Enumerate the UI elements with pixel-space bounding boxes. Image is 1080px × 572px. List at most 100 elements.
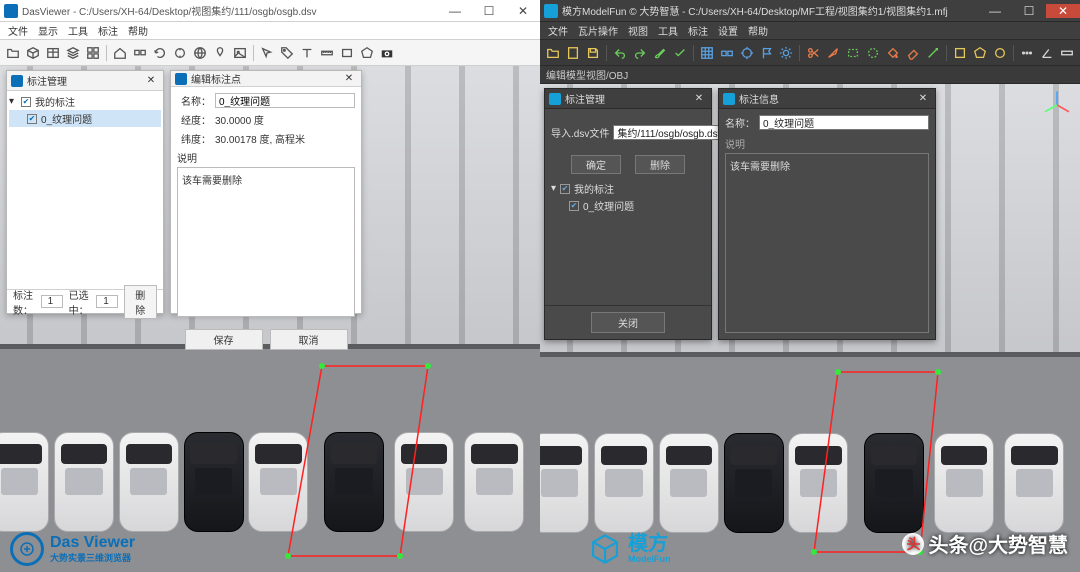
annotation-manager-panel[interactable]: 标注管理 ✕ ▾✔我的标注 ✔0_纹理问题 标注数： 1 已选中： 1 删除	[6, 70, 164, 314]
brush-icon[interactable]	[651, 44, 669, 62]
maximize-button[interactable]: ☐	[472, 4, 506, 18]
eraser-icon[interactable]	[904, 44, 922, 62]
fill-icon[interactable]	[884, 44, 902, 62]
panel-header[interactable]: 标注管理 ✕	[7, 71, 163, 91]
close-button[interactable]: ✕	[1046, 4, 1080, 18]
rect-select-icon[interactable]	[844, 44, 862, 62]
close-icon[interactable]: ✕	[143, 75, 159, 86]
name-input[interactable]	[215, 93, 355, 108]
panel-icon	[11, 75, 23, 87]
rotate-icon[interactable]	[171, 44, 189, 62]
name-input[interactable]	[759, 115, 929, 130]
globe-icon[interactable]	[191, 44, 209, 62]
open-icon[interactable]	[544, 44, 562, 62]
flag-icon[interactable]	[758, 44, 776, 62]
titlebar[interactable]: DasViewer - C:/Users/XH-64/Desktop/视图集约/…	[0, 0, 540, 22]
delete-button[interactable]: 删除	[635, 155, 685, 174]
save-button[interactable]: 保存	[185, 329, 263, 350]
target-icon[interactable]	[738, 44, 756, 62]
cubes-icon[interactable]	[131, 44, 149, 62]
annotation-manager-panel[interactable]: 标注管理 ✕ 导入.dsv文件 浏览 确定 删除 ▾✔我的标注 ✔0_纹理问题 …	[544, 88, 712, 340]
tab-edit-obj[interactable]: 编辑模型视图/OBJ	[546, 67, 628, 82]
app-icon	[544, 4, 558, 18]
text-icon[interactable]	[298, 44, 316, 62]
polygon-icon[interactable]	[358, 44, 376, 62]
open-icon[interactable]	[4, 44, 22, 62]
close-button[interactable]: ✕	[506, 4, 540, 18]
tree-root[interactable]: ▾✔我的标注	[551, 180, 705, 197]
grid-icon[interactable]	[84, 44, 102, 62]
wand-icon[interactable]	[924, 44, 942, 62]
toolbar-separator	[693, 45, 694, 61]
annotation-info-panel[interactable]: 标注信息 ✕ 名称： 说明 该车需要删除	[718, 88, 936, 340]
cube-icon[interactable]	[24, 44, 42, 62]
close-button[interactable]: 关闭	[591, 312, 665, 333]
check-icon[interactable]	[671, 44, 689, 62]
save-icon[interactable]	[584, 44, 602, 62]
close-icon[interactable]: ✕	[341, 73, 357, 84]
more-icon[interactable]	[1018, 44, 1036, 62]
panel-title: 标注信息	[739, 91, 915, 106]
image-icon[interactable]	[231, 44, 249, 62]
menu-annot[interactable]: 标注	[98, 23, 118, 38]
menu-view[interactable]: 视图	[628, 23, 648, 38]
menu-annot[interactable]: 标注	[688, 23, 708, 38]
menu-file[interactable]: 文件	[548, 23, 568, 38]
panel-header[interactable]: 标注信息 ✕	[719, 89, 935, 109]
menu-tools[interactable]: 工具	[658, 23, 678, 38]
tag-icon[interactable]	[278, 44, 296, 62]
tree-root[interactable]: ▾✔我的标注	[9, 93, 161, 110]
new-icon[interactable]	[564, 44, 582, 62]
rect-icon[interactable]	[338, 44, 356, 62]
delete-button[interactable]: 删除	[124, 285, 157, 319]
menu-display[interactable]: 显示	[38, 23, 58, 38]
angle-icon[interactable]	[1038, 44, 1056, 62]
minimize-button[interactable]: —	[978, 4, 1012, 18]
panel-title: 标注管理	[565, 91, 691, 106]
camera-icon[interactable]	[378, 44, 396, 62]
menu-tools[interactable]: 工具	[68, 23, 88, 38]
desc-textarea[interactable]: 该车需要删除	[177, 167, 355, 317]
ruler-icon[interactable]	[318, 44, 336, 62]
menubar: 文件 显示 工具 标注 帮助	[0, 22, 540, 40]
select-circ-icon[interactable]	[991, 44, 1009, 62]
undo-icon[interactable]	[611, 44, 629, 62]
menu-tile[interactable]: 瓦片操作	[578, 23, 618, 38]
desc-textarea[interactable]: 该车需要删除	[725, 153, 929, 333]
scissors-icon[interactable]	[804, 44, 822, 62]
redo-icon[interactable]	[631, 44, 649, 62]
menu-settings[interactable]: 设置	[718, 23, 738, 38]
close-icon[interactable]: ✕	[691, 93, 707, 104]
cancel-button[interactable]: 取消	[270, 329, 348, 350]
tree-item[interactable]: ✔0_纹理问题	[9, 110, 161, 127]
titlebar[interactable]: 模方ModelFun © 大势智慧 - C:/Users/XH-64/Deskt…	[540, 0, 1080, 22]
edit-annotation-panel[interactable]: 编辑标注点 ✕ 名称： 经度：30.0000 度 纬度：30.00178 度, …	[170, 70, 362, 314]
menu-file[interactable]: 文件	[8, 23, 28, 38]
ruler-icon[interactable]	[1058, 44, 1076, 62]
layers-icon[interactable]	[718, 44, 736, 62]
maximize-button[interactable]: ☐	[1012, 4, 1046, 18]
close-icon[interactable]: ✕	[915, 93, 931, 104]
select-rect-icon[interactable]	[951, 44, 969, 62]
tree-item[interactable]: ✔0_纹理问题	[551, 197, 705, 214]
minimize-button[interactable]: —	[438, 4, 472, 18]
menu-help[interactable]: 帮助	[128, 23, 148, 38]
home-icon[interactable]	[111, 44, 129, 62]
grid-icon[interactable]	[698, 44, 716, 62]
annotation-tree[interactable]: ▾✔我的标注 ✔0_纹理问题	[551, 180, 705, 214]
annotation-tree[interactable]: ▾✔我的标注 ✔0_纹理问题	[7, 91, 163, 289]
panel-header[interactable]: 标注管理 ✕	[545, 89, 711, 109]
confirm-button[interactable]: 确定	[571, 155, 621, 174]
knife-icon[interactable]	[824, 44, 842, 62]
pointer-icon[interactable]	[258, 44, 276, 62]
view-gizmo[interactable]	[1040, 88, 1074, 122]
menu-help[interactable]: 帮助	[748, 23, 768, 38]
panel-header[interactable]: 编辑标注点 ✕	[171, 71, 361, 87]
pin-icon[interactable]	[211, 44, 229, 62]
layers-icon[interactable]	[64, 44, 82, 62]
refresh-icon[interactable]	[151, 44, 169, 62]
table-icon[interactable]	[44, 44, 62, 62]
circle-select-icon[interactable]	[864, 44, 882, 62]
gear-icon[interactable]	[777, 44, 795, 62]
select-poly-icon[interactable]	[971, 44, 989, 62]
